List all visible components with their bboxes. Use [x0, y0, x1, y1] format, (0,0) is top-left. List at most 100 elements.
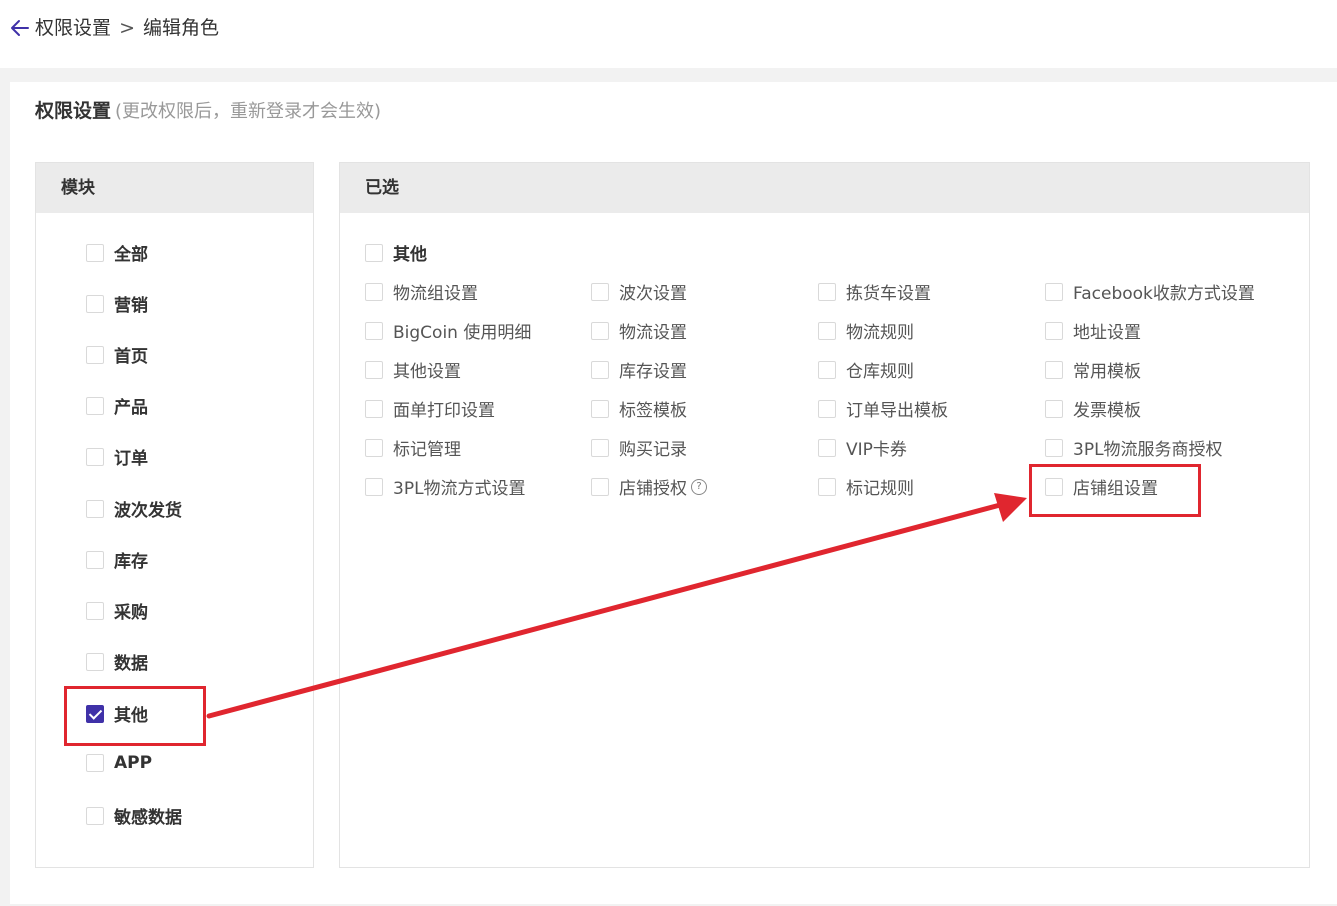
checkbox[interactable]: [591, 477, 609, 496]
checkbox[interactable]: [365, 399, 383, 418]
checkbox[interactable]: [1045, 360, 1063, 379]
permission-label: 购买记录: [619, 440, 687, 460]
permission-item[interactable]: 面单打印设置: [365, 396, 495, 421]
checkbox[interactable]: [365, 282, 383, 301]
checkbox[interactable]: [365, 438, 383, 457]
back-arrow-icon[interactable]: [8, 16, 32, 40]
permission-item[interactable]: 物流规则: [818, 318, 914, 343]
module-item-home[interactable]: 首页: [86, 342, 148, 367]
permission-label: 3PL物流方式设置: [393, 479, 526, 499]
checkbox[interactable]: [591, 438, 609, 457]
checkbox[interactable]: [1045, 282, 1063, 301]
checkbox[interactable]: [86, 550, 104, 569]
module-label: 营销: [114, 296, 148, 316]
permission-item[interactable]: 订单导出模板: [818, 396, 948, 421]
module-item-wave-shipping[interactable]: 波次发货: [86, 496, 182, 521]
permission-label: 标记管理: [393, 440, 461, 460]
module-item-app[interactable]: APP: [86, 752, 152, 773]
checkbox[interactable]: [1045, 399, 1063, 418]
checkbox[interactable]: [86, 447, 104, 466]
permission-item[interactable]: 物流组设置: [365, 279, 478, 304]
permission-item[interactable]: 3PL物流服务商授权: [1045, 435, 1223, 460]
checkbox[interactable]: [86, 499, 104, 518]
checkbox[interactable]: [591, 399, 609, 418]
module-item-marketing[interactable]: 营销: [86, 291, 148, 316]
permission-item[interactable]: VIP卡券: [818, 435, 907, 460]
module-item-all[interactable]: 全部: [86, 240, 148, 265]
permission-label: 订单导出模板: [846, 401, 948, 421]
permission-item[interactable]: 拣货车设置: [818, 279, 931, 304]
module-item-inventory[interactable]: 库存: [86, 547, 148, 572]
checkbox[interactable]: [86, 652, 104, 671]
permission-label: 标记规则: [846, 479, 914, 499]
checkbox[interactable]: [818, 321, 836, 340]
permission-label: 拣货车设置: [846, 284, 931, 304]
checkbox[interactable]: [86, 753, 104, 772]
checkbox[interactable]: [818, 399, 836, 418]
permission-item[interactable]: 标记规则: [818, 474, 914, 499]
permission-label: Facebook收款方式设置: [1073, 284, 1255, 304]
module-item-sensitive-data[interactable]: 敏感数据: [86, 803, 182, 828]
checkbox[interactable]: [365, 321, 383, 340]
checkbox[interactable]: [365, 243, 383, 262]
checkbox[interactable]: [818, 477, 836, 496]
checkbox[interactable]: [591, 321, 609, 340]
checkbox[interactable]: [818, 282, 836, 301]
permission-item[interactable]: 其他设置: [365, 357, 461, 382]
module-item-other[interactable]: 其他: [86, 701, 148, 726]
checkbox[interactable]: [818, 438, 836, 457]
module-label: 其他: [114, 706, 148, 726]
checkbox[interactable]: [86, 601, 104, 620]
checkbox[interactable]: [86, 396, 104, 415]
permission-item[interactable]: 店铺授权?: [591, 474, 707, 499]
section-hint: (更改权限后，重新登录才会生效): [115, 101, 382, 122]
checkbox[interactable]: [1045, 438, 1063, 457]
top-bar: 权限设置 > 编辑角色: [0, 0, 1337, 68]
checkbox[interactable]: [365, 360, 383, 379]
permission-label: 物流组设置: [393, 284, 478, 304]
group-checkbox-other[interactable]: 其他: [365, 240, 427, 265]
permission-item[interactable]: 库存设置: [591, 357, 687, 382]
section-title: 权限设置 (更改权限后，重新登录才会生效): [35, 98, 381, 125]
checkbox[interactable]: [591, 282, 609, 301]
permission-item[interactable]: 常用模板: [1045, 357, 1141, 382]
permission-item[interactable]: 物流设置: [591, 318, 687, 343]
checkbox[interactable]: [86, 345, 104, 364]
checkbox[interactable]: [1045, 477, 1063, 496]
permission-item[interactable]: 发票模板: [1045, 396, 1141, 421]
breadcrumb: 权限设置 > 编辑角色: [35, 15, 219, 41]
permission-label: VIP卡券: [846, 440, 907, 460]
module-item-order[interactable]: 订单: [86, 444, 148, 469]
checkbox-checked[interactable]: [86, 704, 104, 723]
permission-item[interactable]: 波次设置: [591, 279, 687, 304]
checkbox[interactable]: [1045, 321, 1063, 340]
permission-item[interactable]: 3PL物流方式设置: [365, 474, 526, 499]
permission-label: 常用模板: [1073, 362, 1141, 382]
breadcrumb-parent[interactable]: 权限设置: [35, 17, 111, 39]
module-label: 全部: [114, 245, 148, 265]
checkbox[interactable]: [365, 477, 383, 496]
checkbox[interactable]: [86, 294, 104, 313]
module-item-data[interactable]: 数据: [86, 649, 148, 674]
checkbox[interactable]: [86, 806, 104, 825]
module-item-product[interactable]: 产品: [86, 393, 148, 418]
checkbox[interactable]: [818, 360, 836, 379]
permission-label: 地址设置: [1073, 323, 1141, 343]
permission-item[interactable]: BigCoin 使用明细: [365, 318, 531, 343]
module-label: 订单: [114, 449, 148, 469]
permission-item[interactable]: Facebook收款方式设置: [1045, 279, 1255, 304]
permission-item[interactable]: 标签模板: [591, 396, 687, 421]
permission-item[interactable]: 仓库规则: [818, 357, 914, 382]
modules-panel: 模块 全部 营销 首页 产品 订单 波次发货 库存 采购 数据 其他 APP 敏…: [35, 162, 314, 868]
group-label: 其他: [393, 245, 427, 265]
help-question-icon[interactable]: ?: [691, 478, 707, 495]
permission-item[interactable]: 地址设置: [1045, 318, 1141, 343]
checkbox[interactable]: [591, 360, 609, 379]
permission-item[interactable]: 标记管理: [365, 435, 461, 460]
permission-item[interactable]: 购买记录: [591, 435, 687, 460]
module-item-purchase[interactable]: 采购: [86, 598, 148, 623]
permission-item-store-group-settings[interactable]: 店铺组设置: [1045, 474, 1158, 499]
checkbox[interactable]: [86, 243, 104, 262]
selected-panel: 已选 其他 物流组设置 波次设置 拣货车设置 Facebook收款方式设置 Bi…: [339, 162, 1310, 868]
permission-label: 其他设置: [393, 362, 461, 382]
